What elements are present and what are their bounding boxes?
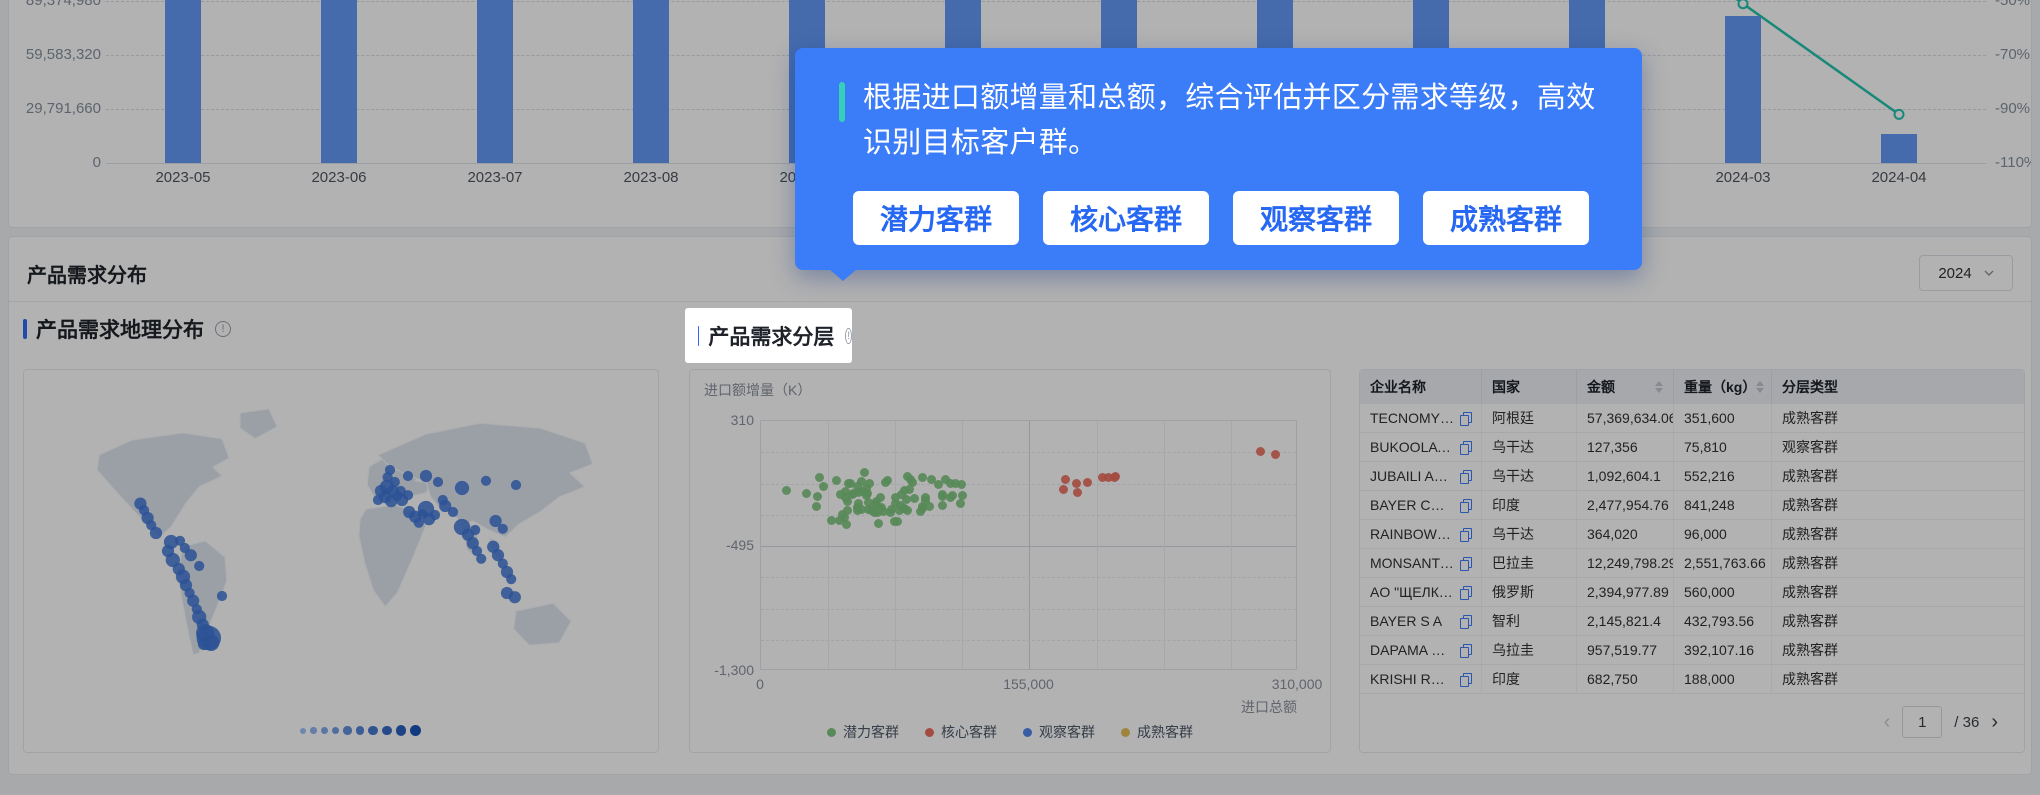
tooltip-arrow: [829, 269, 857, 281]
title-accent-bar: [698, 325, 700, 346]
tour-button-观察客群[interactable]: 观察客群: [1233, 191, 1400, 245]
tooltip-accent-bar: [839, 82, 845, 122]
tour-button-成熟客群[interactable]: 成熟客群: [1423, 191, 1590, 245]
tour-button-核心客群[interactable]: 核心客群: [1043, 191, 1210, 245]
tooltip-text: 根据进口额增量和总额，综合评估并区分需求等级，高效识别目标客户群。: [863, 82, 1596, 159]
tour-spotlight-scatter-title[interactable]: 产品需求分层 !: [685, 308, 852, 363]
tour-tooltip: 根据进口额增量和总额，综合评估并区分需求等级，高效识别目标客户群。 潜力客群 核心…: [795, 48, 1642, 281]
dashboard-page: 89,374,980 59,583,320 29,791,660 0 -50% -70%…: [0, 0, 2040, 795]
tour-button-潜力客群[interactable]: 潜力客群: [853, 191, 1020, 245]
tooltip-text-row: 根据进口额增量和总额，综合评估并区分需求等级，高效识别目标客户群。: [839, 76, 1606, 166]
info-icon[interactable]: !: [845, 327, 852, 344]
tooltip-buttons: 潜力客群 核心客群 观察客群 成熟客群: [853, 191, 1590, 245]
